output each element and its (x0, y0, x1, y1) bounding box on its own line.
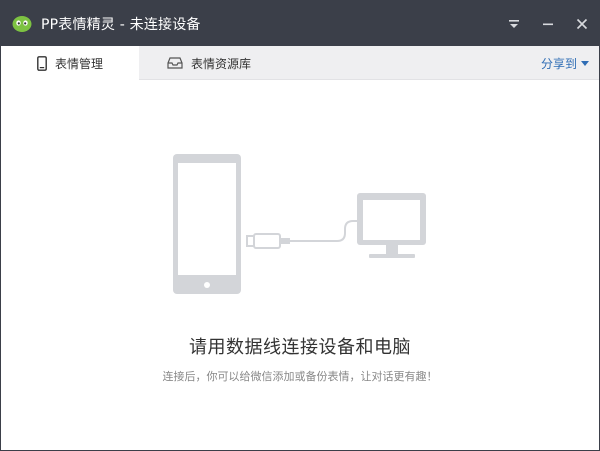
minimize-button[interactable] (531, 1, 565, 46)
phone-icon (37, 56, 47, 71)
chevron-down-icon (581, 60, 589, 66)
tab-label: 表情资源库 (191, 56, 252, 71)
connect-device-illustration (173, 154, 426, 294)
tab-emoji-library[interactable]: 表情资源库 (139, 46, 279, 80)
window-title: PP表情精灵 - 未连接设备 (41, 16, 201, 33)
menu-dropdown-icon (509, 19, 519, 28)
tab-label: 表情管理 (55, 57, 104, 71)
connect-prompt-hint: 连接后，你可以给微信添加或备份表情，让对话更有趣！ (162, 370, 438, 383)
tab-bar: 表情管理 表情资源库 分享到 (1, 46, 599, 81)
app-logo-icon (11, 13, 33, 35)
minimize-icon (543, 23, 553, 25)
resource-box-icon (167, 57, 183, 69)
close-icon (576, 18, 588, 29)
share-label: 分享到 (540, 56, 577, 71)
tab-emoji-management[interactable]: 表情管理 (1, 46, 139, 81)
app-window: PP表情精灵 - 未连接设备 表情管理 表情资源库 分享到 请用数据线连接设备和… (0, 0, 600, 451)
connect-prompt-heading: 请用数据线连接设备和电脑 (189, 337, 411, 358)
close-button[interactable] (565, 1, 599, 46)
phone-illustration-icon (173, 154, 241, 294)
main-content: 请用数据线连接设备和电脑 连接后，你可以给微信添加或备份表情，让对话更有趣！ (1, 81, 599, 450)
title-bar[interactable]: PP表情精灵 - 未连接设备 (1, 1, 599, 46)
window-controls (497, 1, 599, 46)
monitor-illustration-icon (357, 193, 426, 258)
usb-cable-icon (246, 220, 359, 249)
menu-dropdown-button[interactable] (497, 1, 531, 46)
share-dropdown[interactable]: 分享到 (541, 46, 589, 80)
